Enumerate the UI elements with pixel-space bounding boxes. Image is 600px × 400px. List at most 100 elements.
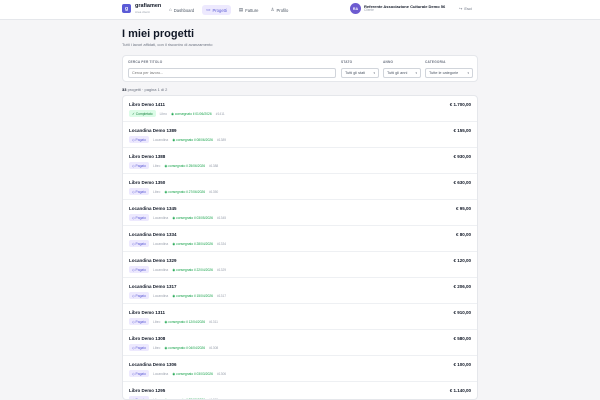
stato-select[interactable]: Tutti gli stati ▾ (341, 68, 379, 78)
page-title: I miei progetti (122, 28, 195, 40)
project-title[interactable]: Libro Demo 1311 (129, 310, 165, 315)
anno-value: Tutti gli anni (387, 71, 408, 75)
nav-item-fatture[interactable]: ▤ Fatture (235, 5, 263, 15)
anno-label: ANNO (383, 60, 394, 64)
brand-logo: g (122, 4, 131, 14)
project-row[interactable]: Locandina Demo 1334 € 80,00 ◇ Pagato Locandi… (123, 226, 477, 252)
project-price: € 95,00 (455, 206, 471, 211)
delivery-date: consegnato il 03/05/2026 (176, 215, 213, 220)
project-title[interactable]: Locandina Demo 1389 (129, 128, 177, 133)
status-badge: ◇ Pagato (129, 292, 149, 299)
project-meta: ◇ Pagato Locandina ◉ consegnato il 28/04/202… (129, 240, 226, 247)
project-row[interactable]: Libro Demo 1311 € 910,00 ◇ Pagato Libro ◉ cons… (123, 304, 477, 330)
project-title[interactable]: Libro Demo 1295 (129, 388, 165, 393)
project-type: Locandina (153, 371, 169, 376)
tag-icon: ◇ (132, 345, 135, 350)
check-circle-icon: ◉ (172, 241, 176, 246)
project-row[interactable]: Locandina Demo 1317 € 206,00 ◇ Pagato Locand… (123, 278, 477, 304)
results-count: 33 progetti · pagina 1 di 2 (122, 87, 167, 92)
delivery-status: ◉ consegnato il 25/06/2026 (164, 164, 205, 168)
project-title[interactable]: Libro Demo 1308 (129, 336, 165, 341)
search-input[interactable] (132, 71, 332, 75)
project-title[interactable]: Locandina Demo 1329 (129, 258, 177, 263)
project-row[interactable]: Libro Demo 1388 € 930,00 ◇ Pagato Libro ◉ cons… (123, 148, 477, 174)
project-id: #1389 (216, 137, 227, 142)
project-meta: ◇ Pagato Libro ◉ consegnato il 27/06/2026 #13… (129, 188, 218, 195)
project-meta: ◇ Pagato Locandina ◉ consegnato il 03/03/202… (129, 370, 226, 377)
project-title[interactable]: Libro Demo 1411 (129, 102, 165, 107)
folder-icon: ▭ (206, 6, 211, 12)
top-navbar: g grafiamen Area clienti ⌂ Dashboard ▭ P… (0, 0, 600, 20)
project-meta: ◇ Pagato Libro ◉ consegnato il 25/06/2026 #13… (129, 162, 218, 169)
account-menu[interactable]: RA Referente Associazione Culturale Demo… (350, 3, 445, 14)
search-field[interactable] (128, 68, 336, 78)
project-meta: ◇ Pagato Locandina ◉ consegnato il 03/05/202… (129, 214, 226, 221)
delivery-status: ◉ consegnato il 27/06/2026 (164, 190, 205, 194)
project-price: € 1.700,00 (449, 102, 471, 107)
project-row[interactable]: Locandina Demo 1306 € 100,00 ◇ Pagato Locand… (123, 356, 477, 382)
project-id: #1350 (209, 189, 219, 194)
project-title[interactable]: Libro Demo 1388 (129, 154, 165, 159)
tag-icon: ◇ (132, 215, 135, 220)
check-icon: ✓ (132, 111, 135, 116)
categoria-select[interactable]: Tutte le categorie ▾ (425, 68, 473, 78)
project-row[interactable]: Locandina Demo 1389 € 155,00 ◇ Pagato Locand… (123, 122, 477, 148)
nav-item-progetti[interactable]: ▭ Progetti (202, 5, 231, 15)
project-price: € 120,00 (453, 258, 471, 263)
project-meta: ◇ Pagato Libro ◉ consegnato il 28/03/2026 #12… (129, 396, 218, 399)
status-label: Pagato (135, 215, 146, 220)
user-icon: ♙ (270, 6, 275, 12)
nav-item-label: Progetti (212, 7, 227, 13)
check-circle-icon: ◉ (164, 189, 168, 194)
search-label: CERCA PER TITOLO (128, 60, 163, 64)
categoria-label: CATEGORIA (425, 60, 446, 64)
check-circle-icon: ◉ (164, 319, 168, 324)
delivery-date: consegnato il 01/06/2026 (174, 111, 212, 116)
project-price: € 100,00 (453, 362, 471, 367)
nav-item-label: Profilo (276, 7, 289, 13)
status-badge: ◇ Pagato (129, 136, 149, 143)
project-row[interactable]: Libro Demo 1295 € 1.140,00 ◇ Pagato Libro ◉ co… (123, 382, 477, 399)
project-title[interactable]: Locandina Demo 1317 (129, 284, 177, 289)
project-id: #1411 (215, 111, 225, 116)
project-title[interactable]: Locandina Demo 1306 (129, 362, 177, 367)
delivery-status: ◉ consegnato il 03/03/2026 (172, 372, 213, 376)
project-type: Locandina (153, 215, 169, 220)
logout-button[interactable]: ↪ Esci (459, 6, 472, 11)
project-price: € 206,00 (453, 284, 471, 289)
project-row[interactable]: Libro Demo 1411 € 1.700,00 ✓ Completato Libr… (123, 96, 477, 122)
project-type: Locandina (153, 267, 169, 272)
project-row[interactable]: Locandina Demo 1345 € 95,00 ◇ Pagato Locandi… (123, 200, 477, 226)
anno-select[interactable]: Tutti gli anni ▾ (383, 68, 421, 78)
project-row[interactable]: Locandina Demo 1329 € 120,00 ◇ Pagato Locand… (123, 252, 477, 278)
project-meta: ◇ Pagato Locandina ◉ consegnato il 22/04/202… (129, 266, 226, 273)
project-id: #1311 (209, 319, 219, 324)
chevron-down-icon: ▾ (373, 71, 375, 75)
project-row[interactable]: Libro Demo 1350 € 630,00 ◇ Pagato Libro ◉ cons… (123, 174, 477, 200)
tag-icon: ◇ (132, 371, 135, 376)
project-title[interactable]: Locandina Demo 1334 (129, 232, 177, 237)
project-id: #1388 (209, 163, 219, 168)
status-badge: ◇ Pagato (129, 240, 149, 247)
check-circle-icon: ◉ (164, 345, 168, 350)
nav-item-dashboard[interactable]: ⌂ Dashboard (165, 5, 198, 15)
chevron-down-icon: ▾ (415, 71, 417, 75)
check-circle-icon: ◉ (172, 267, 176, 272)
project-type: Libro (153, 345, 161, 350)
nav-item-label: Dashboard (173, 7, 195, 13)
brand[interactable]: g grafiamen Area clienti (122, 3, 161, 14)
check-circle-icon: ◉ (172, 293, 176, 298)
nav-item-profilo[interactable]: ♙ Profilo (266, 5, 292, 15)
logout-icon: ↪ (459, 6, 463, 11)
project-title[interactable]: Locandina Demo 1345 (129, 206, 177, 211)
project-meta: ◇ Pagato Libro ◉ consegnato il 12/04/2026 #13… (129, 318, 218, 325)
stato-value: Tutti gli stati (345, 71, 366, 75)
check-circle-icon: ◉ (164, 163, 168, 168)
project-meta: ◇ Pagato Locandina ◉ consegnato il 08/06/202… (129, 136, 226, 143)
logout-label: Esci (464, 6, 472, 11)
project-title[interactable]: Libro Demo 1350 (129, 180, 165, 185)
delivery-status: ◉ consegnato il 08/06/2026 (172, 138, 213, 142)
delivery-status: ◉ consegnato il 01/06/2026 (171, 112, 212, 116)
project-row[interactable]: Libro Demo 1308 € 580,00 ◇ Pagato Libro ◉ cons… (123, 330, 477, 356)
delivery-date: consegnato il 25/06/2026 (168, 163, 206, 168)
